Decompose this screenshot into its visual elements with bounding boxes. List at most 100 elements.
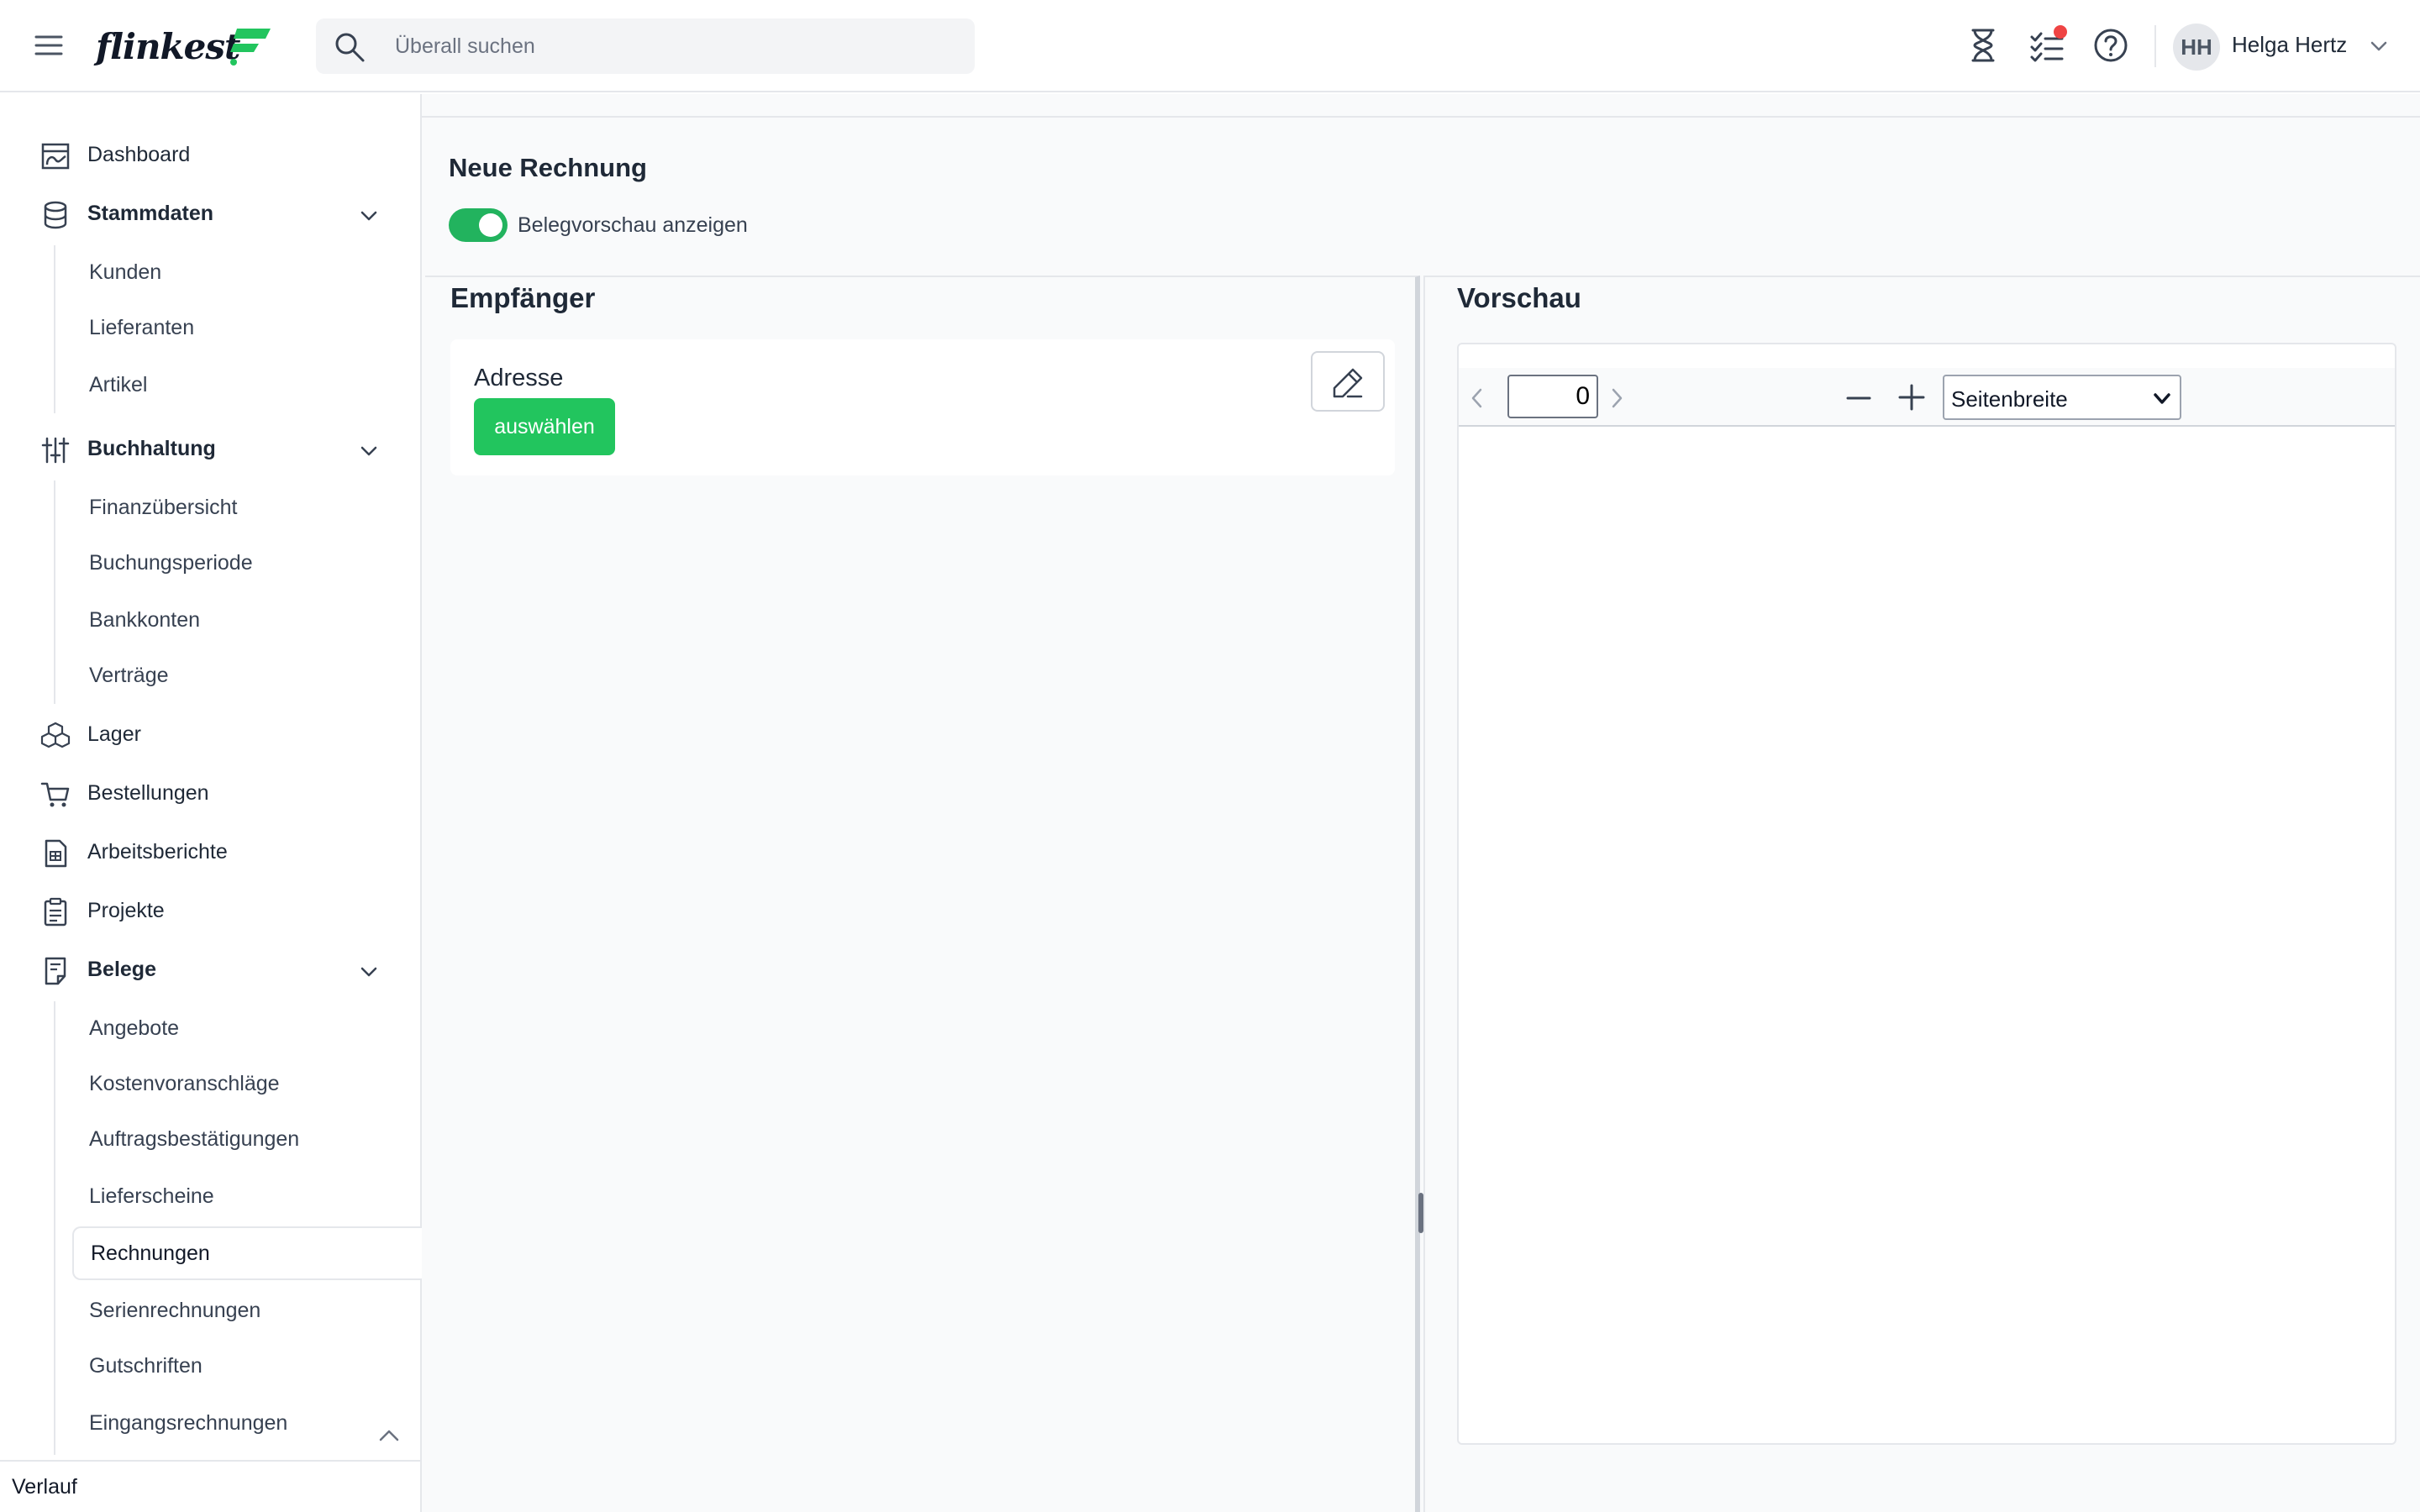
chevron-down-icon[interactable] [2368, 35, 2390, 57]
sidebar-item-finanzuebersicht[interactable]: Finanzübersicht [89, 486, 420, 531]
chevron-down-icon[interactable] [358, 440, 380, 462]
sidebar-item-label: Serienrechnungen [89, 1299, 261, 1322]
preview-toggle[interactable] [449, 208, 508, 242]
sliders-icon [41, 437, 70, 464]
sidebar-item-angebote[interactable]: Angebote [89, 1006, 420, 1052]
app-logo[interactable]: flinkest [96, 22, 240, 72]
sidebar-item-buchungsperiode[interactable]: Buchungsperiode [89, 541, 420, 586]
history-label: Verlauf [12, 1475, 77, 1499]
sidebar-item-buchhaltung[interactable]: Buchhaltung [0, 425, 420, 475]
zoom-select-value: Seitenbreite [1951, 386, 2068, 412]
sidebar-item-label: Angebote [89, 1016, 180, 1040]
hourglass-icon[interactable] [1965, 27, 2002, 64]
menu-icon[interactable] [34, 30, 64, 60]
sidebar-item-label: Lieferanten [89, 316, 195, 339]
toolbar-divider [2154, 25, 2156, 67]
submenu-line [54, 480, 55, 704]
sidebar-item-label: Rechnungen [91, 1242, 210, 1265]
sidebar-item-eingangsrechnungen[interactable]: Eingangsrechnungen [89, 1401, 420, 1446]
sidebar-item-lager[interactable]: Lager [0, 711, 420, 761]
sidebar-item-label: Bankkonten [89, 608, 201, 632]
boxes-icon [40, 722, 71, 748]
sidebar-item-label: Arbeitsberichte [87, 840, 228, 864]
chevron-down-icon[interactable] [358, 961, 380, 983]
search-icon [335, 33, 365, 62]
sidebar-item-label: Projekte [87, 899, 165, 922]
sidebar-item-label: Buchhaltung [87, 437, 216, 460]
chevron-left-icon[interactable] [1467, 386, 1487, 410]
edit-address-button[interactable] [1311, 351, 1385, 412]
sidebar-item-label: Auftragsbestätigungen [89, 1127, 300, 1151]
pencil-icon [1333, 368, 1363, 398]
sidebar-item-arbeitsberichte[interactable]: Arbeitsberichte [0, 828, 420, 879]
sidebar-item-label: Belege [87, 958, 156, 981]
report-icon [45, 839, 67, 868]
sidebar-item-belege[interactable]: Belege [0, 946, 420, 996]
recipient-title: Empfänger [450, 282, 596, 313]
sidebar-item-label: Verträge [89, 664, 169, 687]
sidebar-item-artikel[interactable]: Artikel [89, 363, 420, 408]
sidebar-item-label: Stammdaten [87, 202, 214, 225]
submenu-line [54, 245, 55, 413]
preview-title: Vorschau [1457, 282, 1581, 313]
sidebar-item-vertraege[interactable]: Verträge [89, 654, 420, 699]
sidebar-item-bankkonten[interactable]: Bankkonten [89, 598, 420, 643]
database-icon [44, 201, 67, 229]
user-name[interactable]: Helga Hertz [2232, 32, 2347, 58]
minus-icon[interactable] [1845, 385, 1872, 412]
preview-toggle-label[interactable]: Belegvorschau anzeigen [518, 213, 748, 238]
sidebar: Dashboard Stammdaten Kunden Lieferanten … [0, 94, 422, 1512]
cart-icon [40, 782, 70, 807]
sidebar-item-label: Kunden [89, 260, 162, 284]
sidebar-item-label: Artikel [89, 373, 148, 396]
notification-badge [2054, 25, 2067, 39]
sidebar-item-label: Kostenvoranschläge [89, 1072, 280, 1095]
history-footer[interactable]: Verlauf [0, 1460, 420, 1512]
chevron-down-icon [2154, 393, 2170, 404]
sidebar-item-bestellungen[interactable]: Bestellungen [0, 769, 420, 820]
help-icon[interactable] [2092, 27, 2129, 64]
chevron-down-icon[interactable] [358, 205, 380, 227]
sidebar-item-label: Dashboard [87, 143, 191, 166]
pdf-viewer[interactable]: Seitenbreite [1457, 343, 2396, 1445]
logo-mark-icon [230, 29, 271, 66]
submenu-line [54, 1001, 55, 1455]
zoom-select[interactable]: Seitenbreite [1943, 375, 2181, 420]
clipboard-icon [44, 897, 67, 927]
pdf-toolbar: Seitenbreite [1459, 368, 2395, 427]
sidebar-item-label: Bestellungen [87, 781, 209, 805]
chevron-up-icon[interactable] [376, 1423, 402, 1448]
document-icon [45, 957, 66, 985]
address-label: Adresse [474, 365, 564, 391]
sidebar-item-label: Buchungsperiode [89, 551, 253, 575]
sidebar-item-kunden[interactable]: Kunden [89, 250, 420, 296]
sidebar-item-lieferscheine[interactable]: Lieferscheine [89, 1174, 420, 1220]
sidebar-item-projekte[interactable]: Projekte [0, 887, 420, 937]
sidebar-item-label: Gutschriften [89, 1354, 203, 1378]
sidebar-item-dashboard[interactable]: Dashboard [0, 131, 420, 181]
recipient-panel: Empfänger Adresse auswählen [425, 276, 1423, 1512]
sidebar-item-gutschriften[interactable]: Gutschriften [89, 1344, 420, 1389]
page-number-input[interactable] [1507, 375, 1598, 418]
address-card: Adresse auswählen [450, 339, 1395, 475]
plus-icon[interactable] [1897, 383, 1926, 412]
select-address-button[interactable]: auswählen [474, 398, 615, 455]
preview-panel: Vorschau Seitenbreite [1423, 276, 2420, 1512]
global-search[interactable] [316, 18, 975, 74]
sidebar-item-stammdaten[interactable]: Stammdaten [0, 190, 420, 240]
avatar[interactable]: HH [2173, 24, 2220, 71]
search-input[interactable] [395, 18, 950, 74]
sidebar-item-kostenvoranschlaege[interactable]: Kostenvoranschläge [89, 1062, 420, 1107]
sidebar-item-serienrechnungen[interactable]: Serienrechnungen [89, 1289, 420, 1334]
chevron-right-icon[interactable] [1607, 386, 1627, 410]
sidebar-item-rechnungen[interactable]: Rechnungen [72, 1226, 422, 1280]
sidebar-item-lieferanten[interactable]: Lieferanten [89, 306, 420, 351]
sidebar-item-label: Eingangsrechnungen [89, 1411, 288, 1435]
dashboard-icon [41, 143, 70, 170]
toggle-knob [479, 213, 502, 237]
sidebar-item-label: Lager [87, 722, 141, 746]
main-content: Neue Rechnung Belegvorschau anzeigen Emp… [422, 94, 2420, 1512]
sidebar-item-label: Finanzübersicht [89, 496, 238, 519]
sidebar-item-auftragsbestaetigungen[interactable]: Auftragsbestätigungen [89, 1117, 420, 1163]
page-title: Neue Rechnung [449, 153, 647, 182]
